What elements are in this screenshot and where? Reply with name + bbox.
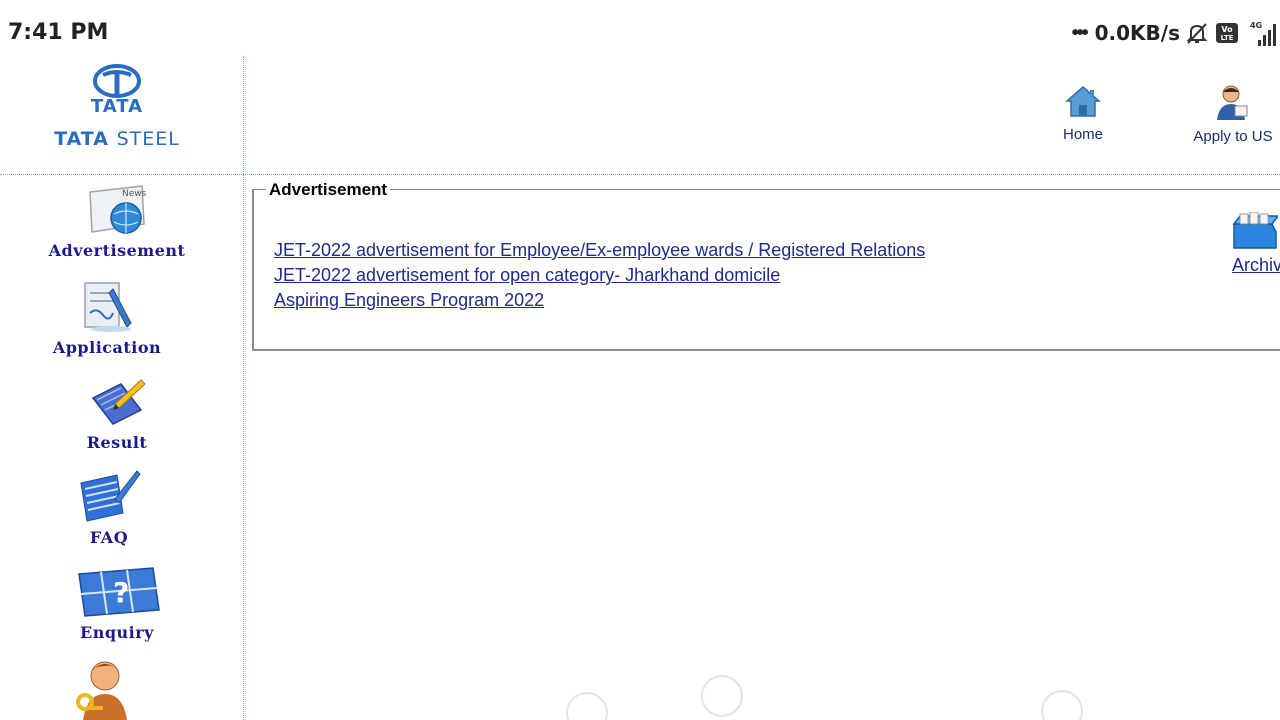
status-time: 7:41 PM	[8, 20, 109, 45]
brand-logo[interactable]: TATA TATA STEEL	[0, 56, 243, 174]
status-bar: 7:41 PM ••• 0.0KB/s Vo LTE 4G	[0, 0, 1280, 56]
logo-steel-word: STEEL	[116, 128, 180, 150]
logo-tata-text: TATA	[90, 96, 144, 117]
sidebar-item-faq[interactable]: FAQ	[0, 469, 226, 547]
lined-paper-pen-icon	[0, 469, 226, 528]
advertisement-title: Advertisement	[266, 180, 391, 200]
svg-text:News: News	[122, 189, 147, 199]
archive-link[interactable]: Archive	[1230, 212, 1280, 282]
overlay-circle	[701, 675, 743, 717]
sidebar-label-advertisement: Advertisement	[48, 241, 186, 260]
nav-apply-link[interactable]: Apply to US	[1186, 84, 1280, 145]
person-key-icon	[0, 658, 220, 720]
logo-brand-word: TATA	[54, 128, 109, 150]
sidebar-item-login[interactable]	[0, 658, 220, 720]
signal-icon: 4G	[1244, 20, 1280, 46]
status-indicators: ••• 0.0KB/s Vo LTE 4G	[1072, 18, 1280, 48]
home-icon	[1053, 84, 1113, 122]
sidebar-item-application[interactable]: Application	[0, 279, 224, 357]
archive-label: Archive	[1232, 255, 1280, 275]
news-globe-icon: News	[0, 184, 234, 241]
network-type-label: 4G	[1250, 21, 1262, 30]
overlay-circle	[1041, 690, 1083, 720]
notification-dots: •••	[1071, 21, 1089, 44]
nav-home-link[interactable]: Home	[1053, 84, 1113, 143]
sidebar-label-result: Result	[86, 433, 148, 452]
notepad-pencil-icon	[0, 376, 234, 433]
volte-icon: Vo LTE	[1214, 20, 1240, 46]
sidebar-item-advertisement[interactable]: News Advertisement	[0, 184, 234, 260]
document-pen-icon	[0, 279, 224, 338]
mute-icon	[1184, 20, 1210, 46]
overlay-circle	[566, 692, 608, 720]
question-board-icon: ?	[0, 564, 234, 623]
svg-text:?: ?	[113, 576, 129, 609]
logo-tata-steel-text: TATA STEEL	[0, 128, 234, 150]
svg-text:Vo: Vo	[1221, 25, 1233, 34]
advertisement-link-list: JET-2022 advertisement for Employee/Ex-e…	[274, 238, 925, 313]
svg-text:LTE: LTE	[1221, 34, 1234, 42]
nav-home-label: Home	[1062, 126, 1103, 143]
advertisement-link-aspiring-engineers[interactable]: Aspiring Engineers Program 2022	[274, 288, 925, 313]
sidebar-label-enquiry: Enquiry	[80, 623, 154, 642]
sidebar-item-enquiry[interactable]: ? Enquiry	[0, 564, 234, 642]
sidebar-divider	[243, 56, 244, 720]
sidebar-label-faq: FAQ	[89, 528, 129, 547]
sidebar-item-result[interactable]: Result	[0, 376, 234, 452]
advertisement-link-open-category[interactable]: JET-2022 advertisement for open category…	[274, 263, 925, 288]
archive-box-icon	[1232, 212, 1280, 257]
network-speed: 0.0KB/s	[1094, 21, 1180, 45]
user-icon	[1186, 84, 1280, 124]
nav-apply-label: Apply to US	[1193, 128, 1273, 145]
advertisement-link-employee-wards[interactable]: JET-2022 advertisement for Employee/Ex-e…	[274, 238, 925, 263]
sidebar-label-application: Application	[52, 338, 162, 357]
header-divider	[0, 174, 1280, 175]
